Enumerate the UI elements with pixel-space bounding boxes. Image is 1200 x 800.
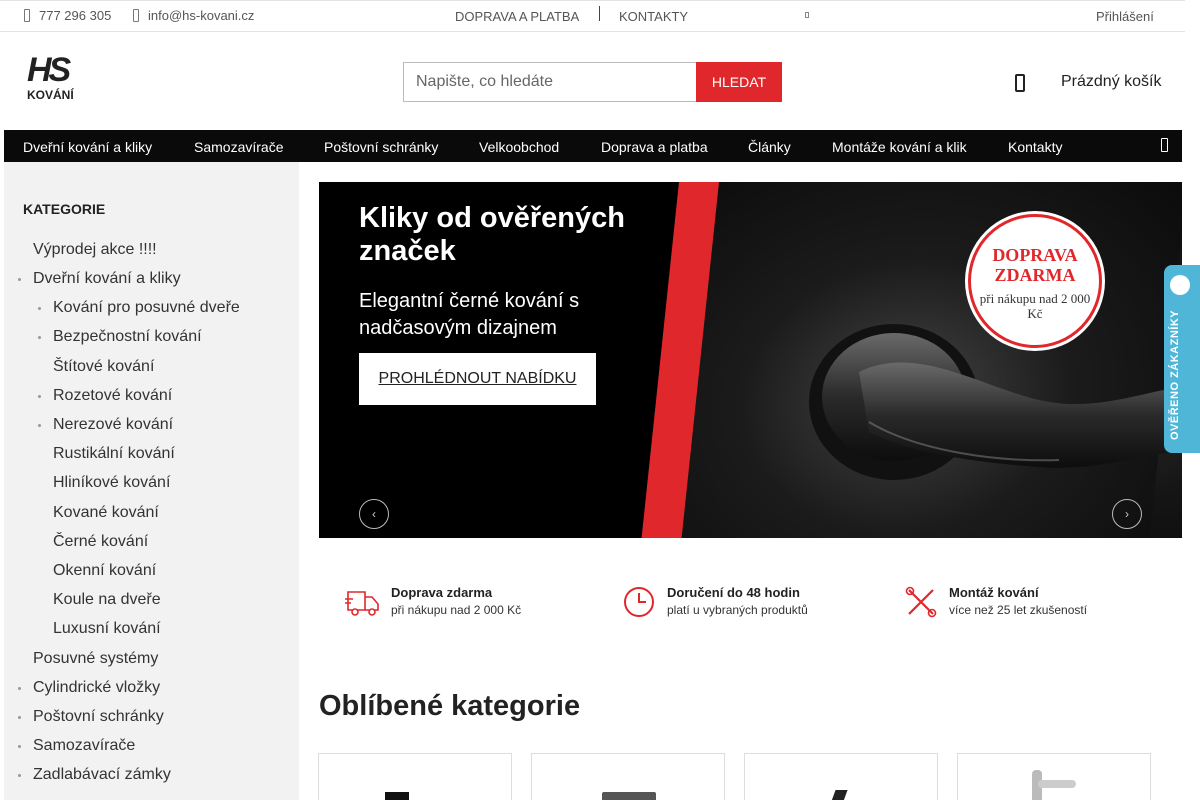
- sidebar-item-rustikalni[interactable]: Rustikální kování: [53, 445, 175, 463]
- category-card[interactable]: [531, 753, 725, 800]
- sidebar-item-dverni-kovani[interactable]: Dveřní kování a kliky: [33, 270, 181, 288]
- nav-item-clanky[interactable]: Články: [748, 139, 791, 155]
- sidebar-item-hlinikove[interactable]: Hliníkové kování: [53, 474, 170, 492]
- category-image: [830, 790, 848, 800]
- bullet-icon: [38, 395, 41, 398]
- feature-subtitle: více než 25 let zkušeností: [949, 603, 1088, 617]
- verified-customers-badge[interactable]: OVĚŘENO ZÁKAZNÍKY: [1164, 265, 1200, 453]
- sidebar-item-posuvne-dvere[interactable]: Kování pro posuvné dveře: [53, 299, 240, 317]
- nav-item-dverni-kovani[interactable]: Dveřní kování a kliky: [23, 139, 152, 155]
- nav-item-postovni-schranky[interactable]: Poštovní schránky: [324, 139, 438, 155]
- main-nav: Dveřní kování a kliky Samozavírače Pošto…: [4, 130, 1182, 162]
- chevron-right-icon: ›: [1125, 507, 1129, 521]
- bullet-icon: [38, 307, 41, 310]
- sidebar-item-luxusni[interactable]: Luxusní kování: [53, 620, 161, 638]
- sidebar-item-bezpecnostni[interactable]: Bezpečnostní kování: [53, 328, 202, 346]
- search-button[interactable]: HLEDAT: [696, 62, 782, 102]
- top-link-kontakty[interactable]: KONTAKTY: [619, 9, 688, 24]
- banner-title: Kliky od ověřených značek: [359, 202, 625, 267]
- bullet-icon: [18, 687, 21, 690]
- banner-cta-button[interactable]: PROHLÉDNOUT NABÍDKU: [359, 353, 596, 405]
- login-link[interactable]: Přihlášení: [1096, 9, 1154, 24]
- sidebar-title: KATEGORIE: [23, 201, 106, 217]
- cart-label[interactable]: Prázdný košík: [1061, 73, 1161, 91]
- bullet-icon: [38, 336, 41, 339]
- sidebar-item-vyprodej[interactable]: Výprodej akce !!!!: [33, 241, 157, 259]
- sidebar-item-vlozky[interactable]: Cylindrické vložky: [33, 679, 160, 697]
- page: 777 296 305 info@hs-kovani.cz DOPRAVA A …: [0, 0, 1200, 800]
- hero-banner[interactable]: Kliky od ověřených značek Elegantní čern…: [319, 182, 1182, 538]
- phone-icon: [24, 9, 30, 22]
- feature-title: Doprava zdarma: [391, 585, 493, 600]
- tools-icon: [905, 586, 937, 618]
- carousel-prev-button[interactable]: ‹: [359, 499, 389, 529]
- carousel-next-button[interactable]: ›: [1112, 499, 1142, 529]
- sidebar-item-koule[interactable]: Koule na dveře: [53, 591, 161, 609]
- categories-heading: Oblíbené kategorie: [319, 690, 581, 722]
- phone-link[interactable]: 777 296 305: [24, 8, 111, 23]
- logo-text: KOVÁNÍ: [27, 88, 74, 102]
- feature-installation: Montáž kování více než 25 let zkušeností: [903, 584, 1143, 620]
- logo[interactable]: HS KOVÁNÍ: [27, 53, 83, 105]
- feature-title: Montáž kování: [949, 585, 1039, 600]
- search-input[interactable]: [403, 62, 697, 102]
- category-card[interactable]: [744, 753, 938, 800]
- sidebar-item-okenni[interactable]: Okenní kování: [53, 562, 156, 580]
- category-image: [602, 792, 656, 800]
- sidebar-item-postovni[interactable]: Poštovní schránky: [33, 708, 164, 726]
- badge-subtext: při nákupu nad 2 000 Kč: [979, 291, 1091, 321]
- chevron-left-icon: ‹: [372, 507, 376, 521]
- clock-icon: [624, 587, 654, 617]
- logo-mark: HS: [27, 53, 83, 87]
- nav-item-samozaviraci[interactable]: Samozavírače: [194, 139, 283, 155]
- sidebar-item-nerezove[interactable]: Nerezové kování: [53, 416, 173, 434]
- feature-free-shipping: Doprava zdarma při nákupu nad 2 000 Kč: [345, 584, 585, 620]
- sidebar-item-kovane[interactable]: Kované kování: [53, 504, 159, 522]
- email-link[interactable]: info@hs-kovani.cz: [133, 8, 254, 23]
- feature-title: Doručení do 48 hodin: [667, 585, 800, 600]
- top-link-doprava[interactable]: DOPRAVA A PLATBA: [455, 9, 579, 24]
- category-image-handle: [1038, 780, 1076, 788]
- sidebar-item-stitove[interactable]: Štítové kování: [53, 358, 154, 376]
- truck-icon: [345, 591, 379, 616]
- feature-delivery: Doručení do 48 hodin platí u vybraných p…: [621, 584, 861, 620]
- bullet-icon: [38, 424, 41, 427]
- nav-item-montaze[interactable]: Montáže kování a klik: [832, 139, 967, 155]
- sidebar-item-samozaviraci[interactable]: Samozavírače: [33, 737, 135, 755]
- sidebar-item-zamky[interactable]: Zadlabávací zámky: [33, 766, 171, 784]
- nav-search-icon[interactable]: [1161, 138, 1168, 152]
- feature-subtitle: platí u vybraných produktů: [667, 603, 808, 617]
- badge-headline: DOPRAVA ZDARMA: [992, 245, 1078, 285]
- nav-item-doprava[interactable]: Doprava a platba: [601, 139, 708, 155]
- sidebar-item-posuvne-systemy[interactable]: Posuvné systémy: [33, 650, 158, 668]
- bullet-icon: [18, 774, 21, 777]
- category-card[interactable]: [318, 753, 512, 800]
- nav-item-velkoobchod[interactable]: Velkoobchod: [479, 139, 559, 155]
- bullet-icon: [18, 278, 21, 281]
- category-image: [385, 792, 409, 800]
- sidebar-item-rozetove[interactable]: Rozetové kování: [53, 387, 172, 405]
- email-address: info@hs-kovani.cz: [148, 8, 255, 23]
- bullet-icon: [18, 745, 21, 748]
- verified-logo-icon: [1170, 275, 1190, 295]
- feature-subtitle: při nákupu nad 2 000 Kč: [391, 603, 522, 617]
- mail-icon: [133, 9, 139, 22]
- free-shipping-badge: DOPRAVA ZDARMA při nákupu nad 2 000 Kč: [968, 214, 1102, 348]
- banner-subtitle: Elegantní černé kování s nadčasovým diza…: [359, 290, 580, 339]
- cart-icon[interactable]: [1015, 74, 1025, 92]
- top-bar: 777 296 305 info@hs-kovani.cz DOPRAVA A …: [0, 0, 1185, 32]
- category-sidebar: KATEGORIE Výprodej akce !!!! Dveřní ková…: [4, 162, 299, 800]
- logo-mark-text: HS: [27, 51, 71, 89]
- language-icon[interactable]: [805, 12, 809, 18]
- phone-number: 777 296 305: [39, 8, 112, 23]
- nav-item-kontakty[interactable]: Kontakty: [1008, 139, 1062, 155]
- verified-label: OVĚŘENO ZÁKAZNÍKY: [1169, 309, 1181, 441]
- top-divider: [599, 6, 600, 21]
- category-card[interactable]: [957, 753, 1151, 800]
- sidebar-item-cerne[interactable]: Černé kování: [53, 533, 148, 551]
- door-handle-image: [809, 324, 1182, 480]
- bullet-icon: [18, 716, 21, 719]
